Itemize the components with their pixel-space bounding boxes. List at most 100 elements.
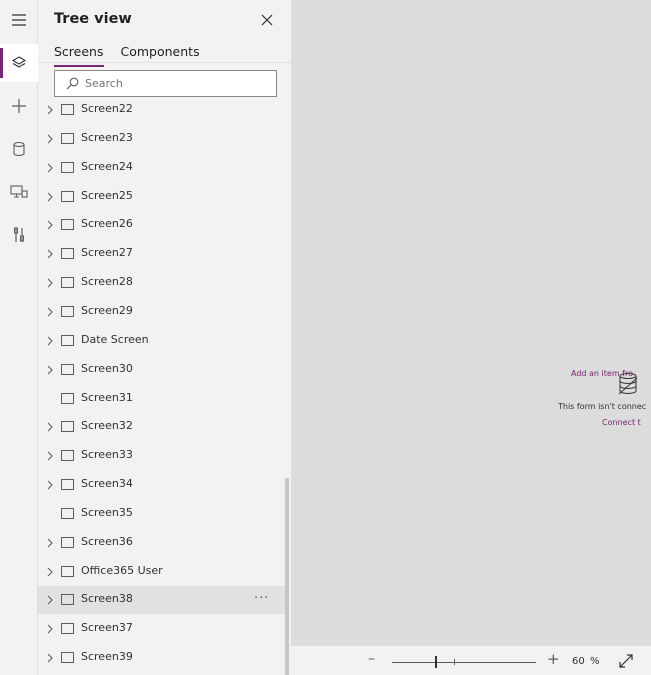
screen-icon [61, 104, 74, 115]
chevron-right-icon[interactable] [44, 277, 56, 289]
close-icon[interactable] [260, 12, 276, 28]
list-item[interactable]: Screen25 [38, 183, 285, 211]
zoom-slider-track[interactable] [392, 662, 536, 663]
canvas[interactable]: Add an item fro This form isn't connec C… [291, 0, 651, 645]
chevron-right-icon[interactable] [44, 479, 56, 491]
list-item-label: Office365 User [81, 563, 163, 577]
chevron-right-icon[interactable] [44, 566, 56, 578]
list-item-label: Screen39 [81, 650, 133, 664]
list-item[interactable]: Screen22 [38, 96, 285, 124]
list-item[interactable]: Office365 User [38, 558, 285, 586]
list-item[interactable]: Screen38 ··· [38, 586, 285, 615]
search-input[interactable] [85, 77, 265, 90]
chevron-right-icon[interactable] [44, 623, 56, 635]
list-item[interactable]: Screen32 [38, 413, 285, 441]
screen-icon [61, 190, 74, 202]
chevron-right-icon[interactable] [44, 133, 56, 145]
list-item-label: Screen36 [81, 534, 133, 548]
list-item[interactable]: Screen37 [38, 615, 285, 643]
screen-icon [61, 565, 74, 577]
zoom-in-button[interactable]: + [547, 650, 560, 668]
list-item[interactable]: Screen27 [38, 240, 285, 268]
plus-icon[interactable] [0, 87, 38, 125]
tab-strip: Screens Components [54, 44, 200, 67]
screen-icon [61, 392, 74, 404]
list-item-label: Screen33 [81, 448, 133, 462]
chevron-right-icon[interactable] [44, 306, 56, 318]
list-item[interactable]: Screen30 [38, 356, 285, 384]
hamburger-menu-icon[interactable] [0, 1, 38, 39]
list-item[interactable]: Screen29 [38, 298, 285, 326]
zoom-out-button[interactable]: – [368, 651, 375, 667]
screen-icon [61, 652, 74, 664]
form-connect-link[interactable]: Connect t [602, 418, 641, 427]
list-item-label: Screen23 [81, 130, 133, 144]
list-item[interactable]: Screen39 [38, 644, 285, 672]
tree-view-panel: Tree view Screens Components Screen22 Scr… [38, 0, 291, 675]
search-icon [66, 77, 79, 90]
list-item-label: Screen24 [81, 159, 133, 173]
screen-icon [61, 479, 74, 491]
more-options-icon[interactable]: ··· [254, 591, 269, 606]
list-item[interactable]: Screen34 [38, 471, 285, 499]
tabs-divider [38, 62, 291, 63]
list-item[interactable]: Screen23 [38, 125, 285, 153]
chevron-right-icon[interactable] [44, 335, 56, 347]
screen-icon [61, 536, 74, 548]
chevron-right-icon[interactable] [44, 652, 56, 664]
list-item[interactable]: Screen28 [38, 269, 285, 297]
chevron-right-icon[interactable] [44, 537, 56, 549]
chevron-right-icon[interactable] [44, 364, 56, 376]
screen-icon [61, 623, 74, 635]
list-item-label: Screen28 [81, 275, 133, 289]
chevron-right-icon[interactable] [44, 594, 56, 606]
list-item-label: Screen27 [81, 246, 133, 260]
left-rail [0, 0, 38, 675]
screen-icon [61, 363, 74, 375]
list-item[interactable]: Screen24 [38, 154, 285, 182]
list-item[interactable]: Screen36 [38, 529, 285, 557]
scrollbar[interactable] [285, 478, 289, 675]
chevron-right-icon[interactable] [44, 450, 56, 462]
tab-screens[interactable]: Screens [54, 44, 104, 67]
expand-icon[interactable] [619, 654, 633, 668]
chevron-right-icon[interactable] [44, 104, 56, 116]
list-item[interactable]: Screen26 [38, 211, 285, 239]
tools-icon[interactable] [0, 216, 38, 254]
list-item[interactable]: Screen35 [38, 500, 285, 528]
list-item[interactable]: Screen31 [38, 385, 285, 413]
screen-icon [61, 334, 74, 346]
zoom-slider-thumb[interactable] [435, 656, 438, 668]
screen-icon [61, 421, 74, 433]
tab-components[interactable]: Components [121, 44, 200, 62]
screen-icon [61, 305, 74, 317]
media-icon[interactable] [0, 173, 38, 211]
zoom-bar: – + 60 % [291, 645, 651, 675]
screen-icon [61, 248, 74, 260]
chevron-right-icon[interactable] [44, 421, 56, 433]
screen-icon [61, 219, 74, 231]
screen-icon [61, 132, 74, 144]
chevron-right-icon[interactable] [44, 219, 56, 231]
screen-icon [61, 594, 74, 606]
form-not-connected-text: This form isn't connec [558, 402, 647, 411]
list-item[interactable]: Screen33 [38, 442, 285, 470]
screen-icon [61, 450, 74, 462]
screen-icon [61, 277, 74, 289]
list-item[interactable]: Date Screen [38, 327, 285, 355]
screen-icon [61, 507, 74, 519]
screen-icon [61, 161, 74, 173]
list-item-label: Date Screen [81, 332, 149, 346]
chevron-right-icon[interactable] [44, 162, 56, 174]
list-item-label: Screen22 [81, 102, 133, 115]
search-box [54, 70, 277, 97]
chevron-right-icon[interactable] [44, 191, 56, 203]
list-item-label: Screen29 [81, 303, 133, 317]
layers-icon[interactable] [0, 44, 38, 82]
zoom-unit: % [590, 656, 600, 667]
chevron-right-icon[interactable] [44, 248, 56, 260]
database-icon[interactable] [0, 130, 38, 168]
panel-title: Tree view [54, 11, 132, 27]
zoom-value: 60 [572, 656, 585, 667]
list-item-label: Screen25 [81, 188, 133, 202]
